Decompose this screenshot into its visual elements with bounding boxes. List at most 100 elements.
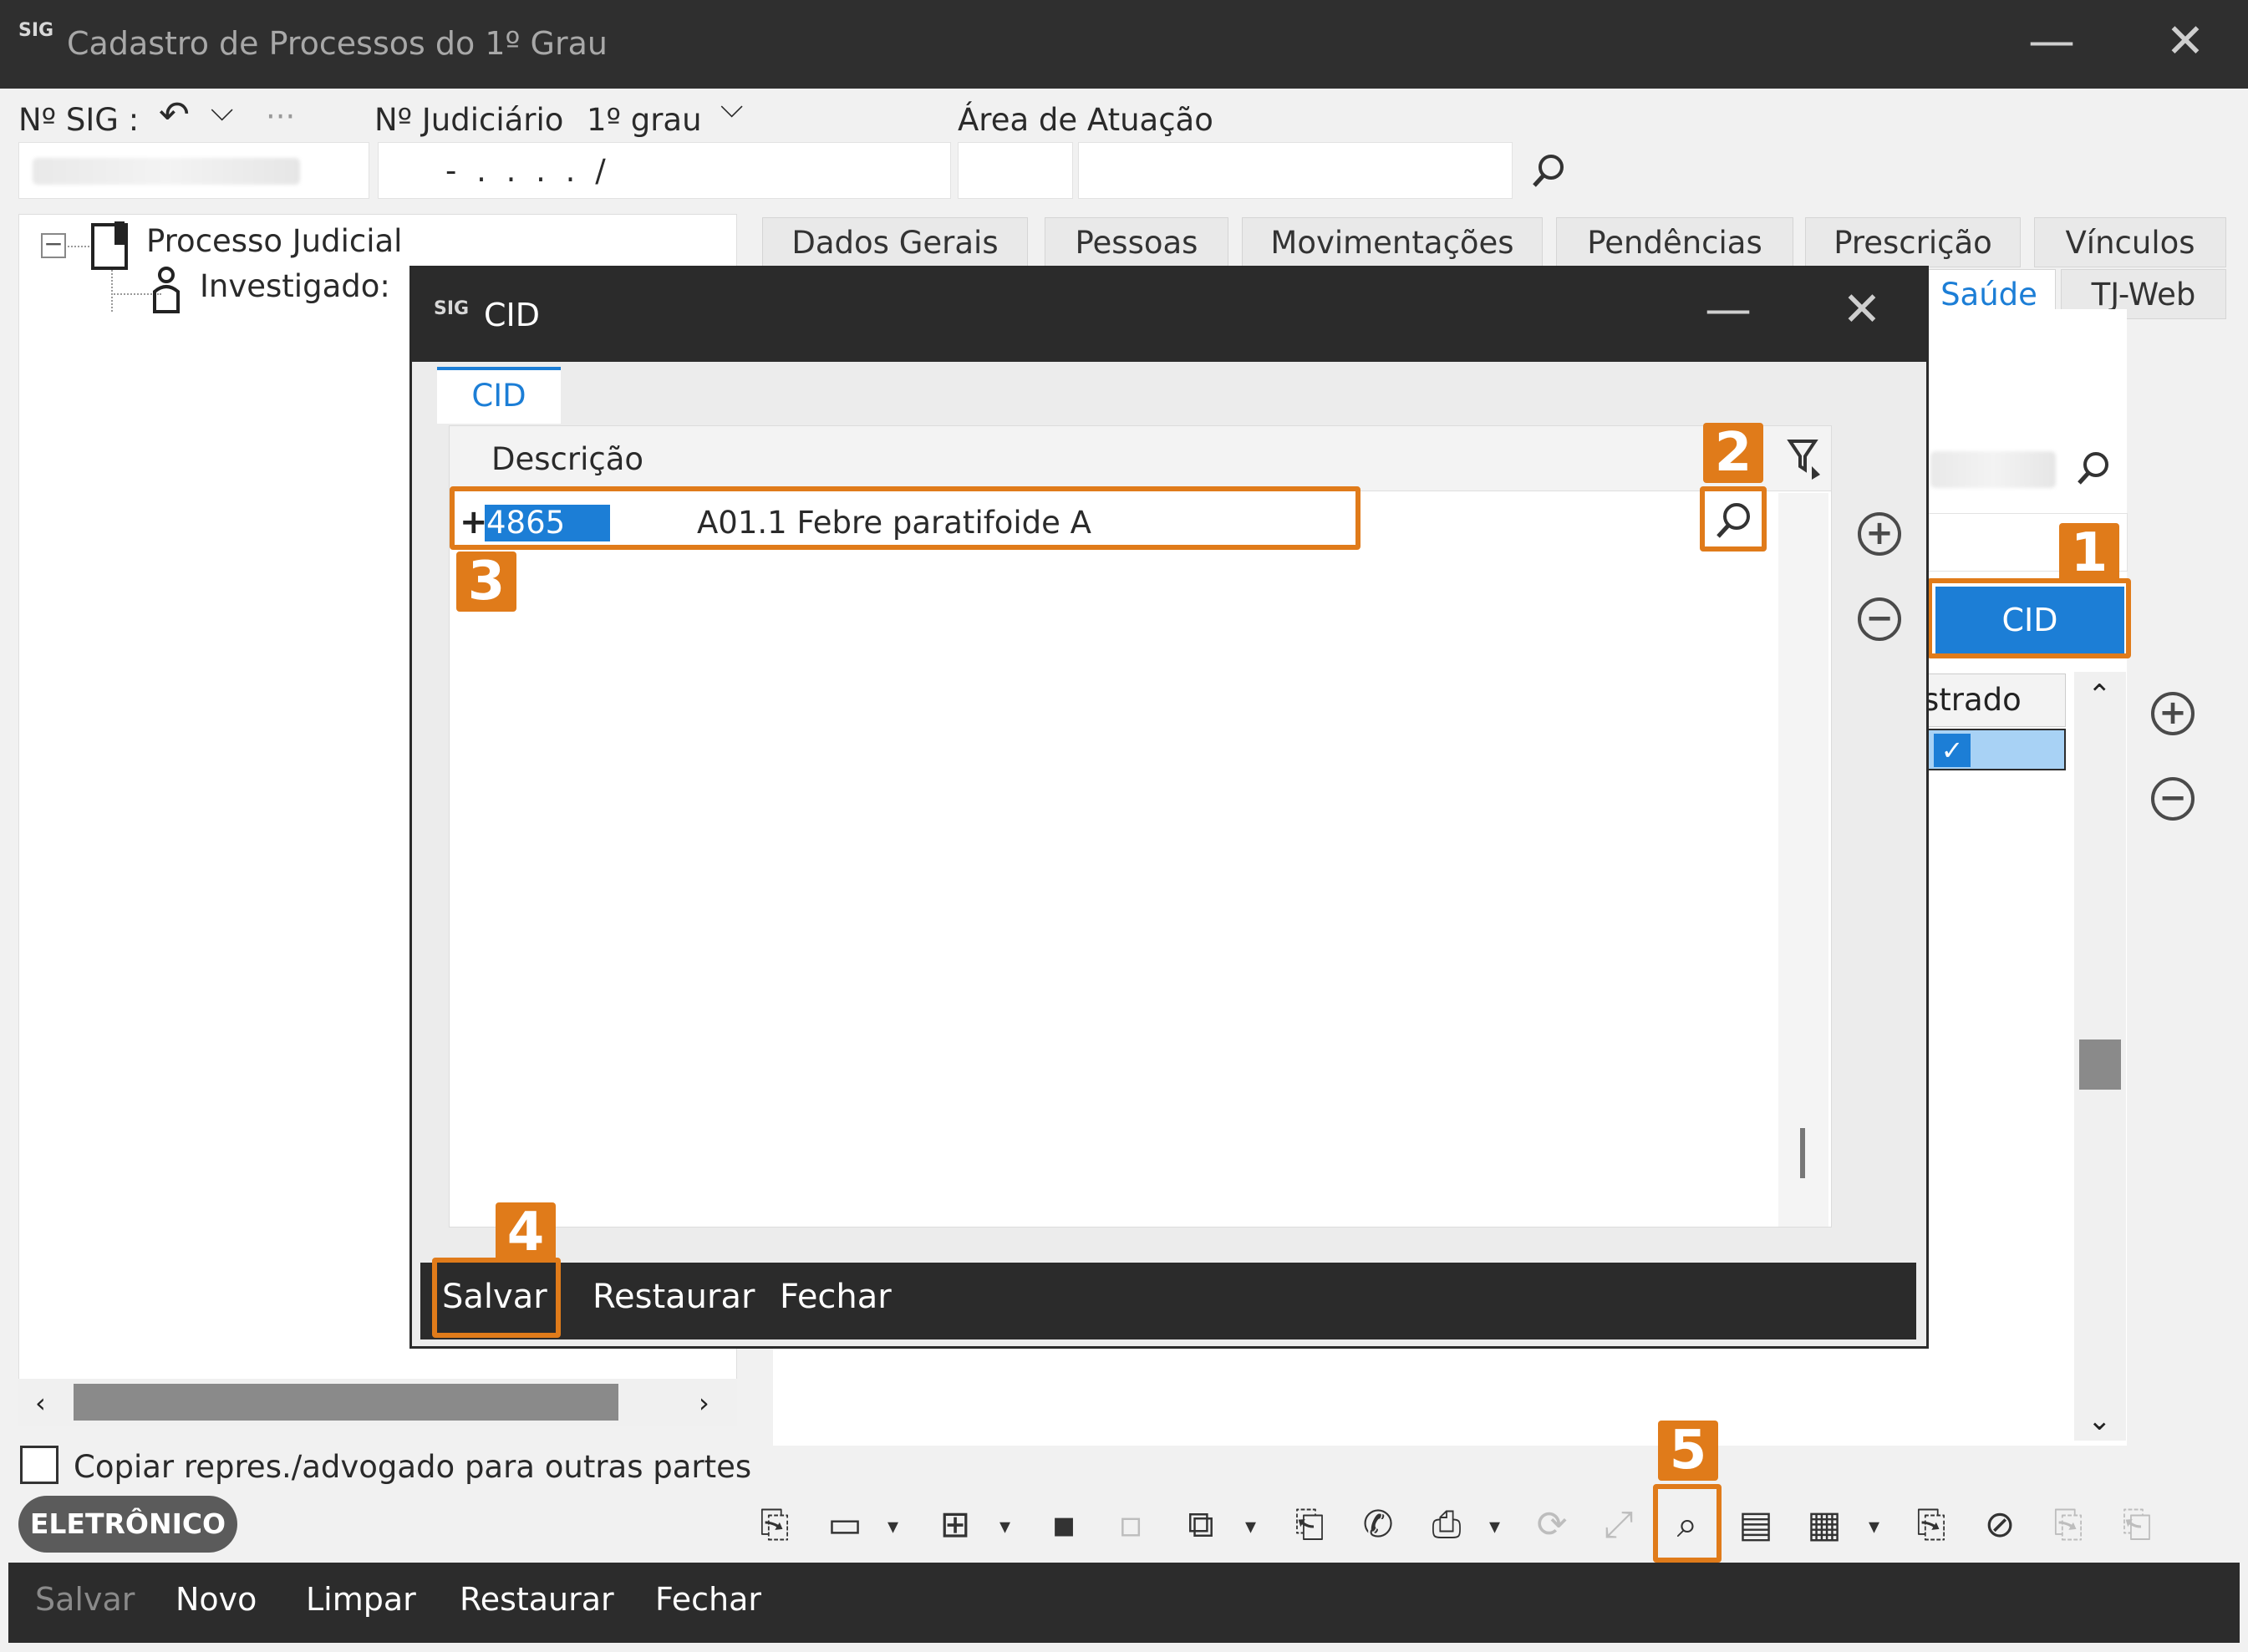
judiciario-number-field[interactable]: - . . . . / — [378, 142, 951, 199]
document-edit-disabled-icon: ⎗ — [2122, 1503, 2152, 1546]
highlight-box-2 — [1700, 486, 1767, 552]
filter-icon[interactable] — [1787, 436, 1823, 485]
title-bar: SIG Cadastro de Processos do 1º Grau — ✕ — [0, 0, 2248, 89]
dialog-minimize-button[interactable]: — — [1699, 287, 1757, 333]
cid-grid: Descrição + 4865 A01.1 Febre paratifoide… — [449, 423, 1832, 1228]
column-header-text: strado — [1923, 682, 2022, 718]
dialog-footer: Salvar Restaurar Fechar — [420, 1263, 1916, 1339]
dialog-title: CID — [484, 297, 541, 333]
grid-vscroll-thumb[interactable] — [1800, 1128, 1805, 1178]
scroll-thumb[interactable] — [74, 1384, 618, 1421]
column-descricao[interactable]: Descrição — [491, 441, 643, 477]
dialog-remove-icon[interactable]: − — [1858, 597, 1901, 641]
calendar-file-icon[interactable]: ▤ — [1730, 1499, 1782, 1551]
sig-label: Nº SIG : — [18, 102, 140, 138]
dialog-restaurar-button[interactable]: Restaurar — [593, 1278, 755, 1316]
area-code-field[interactable] — [958, 142, 1073, 199]
clipboard-icon[interactable]: ⎗ — [1284, 1499, 1335, 1551]
refresh-icon: ⟳ — [1536, 1503, 1568, 1546]
document-icon — [89, 221, 133, 275]
tree-child-label[interactable]: Investigado: — [200, 268, 390, 304]
grid-header: Descrição — [450, 426, 1831, 491]
scroll-up-icon[interactable]: ⌃ — [2088, 679, 2112, 712]
add-icon[interactable]: + — [2151, 692, 2195, 735]
highlight-box-5 — [1653, 1484, 1722, 1563]
phone-icon[interactable]: ✆ — [1352, 1499, 1404, 1551]
salvar-button: Salvar — [35, 1581, 135, 1618]
app-logo: SIG — [18, 20, 54, 41]
cid-dialog: SIG CID — ✕ CID Descrição + 4865 A01.1 F… — [409, 266, 1929, 1349]
copy-transfer-icon[interactable]: ⧉ — [1175, 1499, 1227, 1551]
tree-hscroll[interactable]: ‹ › — [18, 1379, 737, 1426]
document-clock-icon[interactable]: ⊘ — [1974, 1499, 2026, 1551]
print-dropdown-icon[interactable]: ▾ — [1489, 1514, 1500, 1539]
checkmark-icon[interactable]: ✓ — [1934, 734, 1971, 767]
calendar-icon[interactable]: ▦ — [1798, 1499, 1850, 1551]
selected-row-partial[interactable]: ✓ — [1922, 729, 2066, 770]
panel-vscroll[interactable]: ⌃ ⌄ — [2074, 672, 2126, 1441]
close-button[interactable]: ✕ — [2156, 18, 2215, 65]
expand-icon: ⤢ — [1604, 1503, 1634, 1546]
novo-button[interactable]: Novo — [175, 1581, 257, 1618]
dialog-tab-cid[interactable]: CID — [437, 367, 561, 424]
tab-pendencias[interactable]: Pendências — [1556, 217, 1793, 267]
bottom-action-bar: Salvar Novo Limpar Restaurar Fechar — [8, 1563, 2240, 1643]
hierarchy-dropdown-icon[interactable]: ▾ — [999, 1514, 1010, 1539]
minimize-button[interactable]: — — [2022, 18, 2081, 65]
dialog-close-button[interactable]: ✕ — [1833, 287, 1891, 333]
collapse-icon[interactable]: − — [41, 232, 66, 258]
highlight-box-1 — [1927, 578, 2131, 658]
annotation-4: 4 — [496, 1202, 556, 1263]
chevron-down-icon[interactable]: ⌵ — [211, 94, 233, 129]
tab-prescricao[interactable]: Prescrição — [1805, 217, 2021, 267]
calendar-dropdown-icon[interactable]: ▾ — [1869, 1514, 1879, 1539]
area-search-icon[interactable] — [1528, 150, 1569, 196]
copy-checkbox-label: Copiar repres./advogado para outras part… — [74, 1449, 752, 1485]
eletronico-badge: ELETRÔNICO — [18, 1496, 237, 1553]
annotation-3: 3 — [456, 552, 516, 612]
vscroll-thumb[interactable] — [2079, 1039, 2121, 1090]
restaurar-button[interactable]: Restaurar — [460, 1581, 614, 1618]
nodes-disabled-icon: ▫ — [1118, 1503, 1143, 1546]
panel-search-icon[interactable] — [2073, 448, 2114, 493]
annotation-5: 5 — [1658, 1421, 1718, 1481]
folder-icon[interactable]: ▭ — [819, 1499, 871, 1551]
remove-icon[interactable]: − — [2151, 777, 2195, 821]
column-header-partial: strado — [1922, 674, 2066, 727]
blurred-field — [1930, 451, 2056, 488]
dialog-add-icon[interactable]: + — [1858, 512, 1901, 556]
copy-dropdown-icon[interactable]: ▾ — [1245, 1514, 1256, 1539]
tab-dados-gerais[interactable]: Dados Gerais — [762, 217, 1028, 267]
dialog-fechar-button[interactable]: Fechar — [780, 1278, 892, 1316]
undo-icon[interactable]: ↶ — [159, 94, 190, 136]
fechar-button[interactable]: Fechar — [655, 1581, 761, 1618]
tab-vinculos[interactable]: Vínculos — [2034, 217, 2226, 267]
grau-chevron-icon[interactable]: ⌵ — [720, 90, 743, 125]
document-user-icon[interactable]: ⎘ — [1905, 1499, 1957, 1551]
scroll-right-icon[interactable]: › — [699, 1387, 709, 1419]
person-icon — [148, 265, 185, 318]
scroll-left-icon[interactable]: ‹ — [35, 1387, 46, 1419]
area-description-field[interactable] — [1078, 142, 1513, 199]
tab-movimentacoes[interactable]: Movimentações — [1242, 217, 1543, 267]
app-window: SIG Cadastro de Processos do 1º Grau — ✕… — [0, 0, 2248, 1652]
new-document-icon[interactable]: ⎘ — [749, 1499, 801, 1551]
copy-checkbox[interactable] — [20, 1446, 58, 1484]
tree-root-label[interactable]: Processo Judicial — [146, 223, 402, 259]
dialog-logo: SIG — [434, 298, 470, 319]
judiciario-label: Nº Judiciário — [374, 102, 564, 138]
more-icon[interactable]: ··· — [266, 99, 295, 135]
grid-vscroll[interactable] — [1778, 493, 1828, 1227]
window-title: Cadastro de Processos do 1º Grau — [67, 25, 608, 62]
scroll-down-icon[interactable]: ⌄ — [2088, 1404, 2112, 1437]
highlight-box-4 — [432, 1258, 561, 1338]
area-label: Área de Atuação — [958, 102, 1213, 138]
link-nodes-icon[interactable]: ▪ — [1038, 1499, 1090, 1551]
tab-pessoas[interactable]: Pessoas — [1045, 217, 1228, 267]
limpar-button[interactable]: Limpar — [306, 1581, 416, 1618]
print-icon[interactable]: ⎙ — [1421, 1499, 1472, 1551]
grau-label: 1º grau — [587, 102, 702, 138]
hierarchy-icon[interactable]: ⊞ — [929, 1499, 981, 1551]
folder-dropdown-icon[interactable]: ▾ — [888, 1514, 898, 1539]
sig-number-field[interactable] — [18, 142, 369, 199]
